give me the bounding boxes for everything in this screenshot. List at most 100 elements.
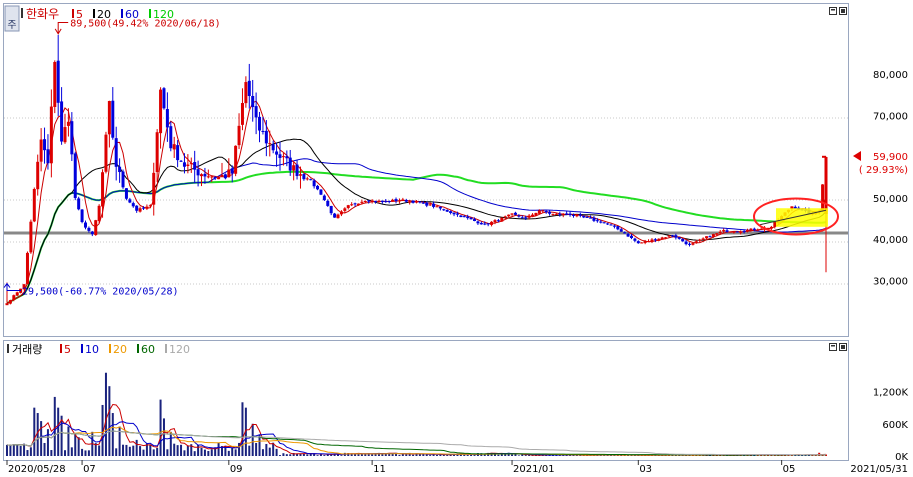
volume-bar [162, 418, 165, 456]
price-legend-swatch [72, 9, 74, 18]
candle-body [684, 241, 688, 245]
candle-body [517, 215, 521, 217]
candle-body [356, 203, 360, 206]
candle-body [469, 217, 473, 220]
candle-body [281, 156, 285, 158]
candle-body [459, 215, 463, 218]
candle-body [319, 189, 323, 195]
candle-body [49, 106, 53, 164]
volume-bar [446, 455, 449, 456]
volume-legend-label: 60 [141, 343, 155, 356]
candle-body [343, 208, 347, 211]
volume-bar [173, 443, 176, 456]
candle-body [367, 200, 371, 202]
candle-body [449, 211, 453, 213]
x-tick-label: 2021/01 [513, 464, 555, 475]
candle-body [329, 206, 333, 214]
volume-bar [497, 454, 500, 456]
candle-body [223, 174, 227, 179]
candle-body [643, 241, 647, 243]
volume-bar [111, 413, 114, 456]
volume-legend-label: 20 [113, 343, 127, 356]
candle-body [728, 231, 732, 233]
volume-bar [53, 396, 56, 456]
candle-body [742, 231, 746, 233]
candle-body [104, 134, 108, 172]
candle-body [551, 214, 555, 216]
volume-bar [115, 448, 118, 456]
candle-body [599, 221, 603, 223]
candle-body [213, 176, 217, 179]
low-annotation: 29,500(-60.77% 2020/05/28) [22, 287, 179, 298]
volume-minimize-button[interactable] [829, 343, 837, 351]
candle-body [411, 200, 415, 203]
candle-body [145, 206, 149, 209]
candle-body [397, 200, 401, 202]
candle-body [169, 126, 173, 149]
candle-body [162, 88, 166, 109]
candle-body [336, 214, 340, 219]
volume-bar [125, 444, 128, 456]
volume-bar [118, 426, 121, 456]
candle-body [821, 184, 825, 212]
candle-body [374, 200, 378, 202]
candle-body [264, 130, 268, 144]
volume-bar [473, 455, 476, 456]
candle-body [664, 237, 668, 239]
candle-body [268, 143, 272, 145]
candle-body [152, 172, 156, 205]
candle-body [715, 233, 719, 235]
volume-bar [186, 445, 189, 456]
volume-legend-swatch [109, 344, 111, 353]
candle-body [302, 174, 306, 180]
volume-bar [29, 447, 32, 456]
price-legend-swatch [93, 9, 95, 18]
candle-body [773, 222, 777, 227]
volume-bar [234, 449, 237, 456]
volume-bar [231, 447, 234, 456]
candle-body [32, 188, 36, 222]
candle-body [305, 178, 309, 180]
volume-bar [64, 450, 67, 456]
candle-body [602, 222, 606, 224]
volume-bar [149, 444, 152, 456]
volume-bar [152, 449, 155, 456]
volume-bar [268, 447, 271, 456]
candle-body [462, 216, 466, 218]
candle-body [640, 242, 644, 244]
candle-body [346, 205, 350, 208]
volume-bar [316, 455, 319, 456]
candle-body [558, 213, 562, 215]
volume-bar [139, 446, 142, 456]
candle-body [73, 153, 77, 198]
x-tick-label: 2020/05/28 [8, 464, 66, 475]
candle-body [90, 231, 94, 235]
candle-body [258, 116, 262, 131]
candle-body [172, 144, 176, 150]
stock-chart: 주 한화우 5 20 60 120 거래량 5 10 20 60 120 89,500(49.… [0, 0, 913, 477]
x-tick-label: 03 [639, 464, 652, 475]
candle-body [176, 145, 180, 161]
volume-bar [248, 445, 251, 456]
candle-body [565, 213, 569, 215]
candle-body [479, 222, 483, 225]
candle-body [418, 201, 422, 203]
candle-body [633, 238, 637, 241]
volume-bar [43, 442, 46, 456]
candle-body [261, 130, 265, 132]
candle-body [681, 238, 685, 242]
candle-body [705, 236, 709, 239]
candle-body [39, 139, 43, 162]
candle-body [674, 235, 678, 238]
volume-title[interactable]: 거래량 [12, 343, 42, 356]
symbol-name[interactable]: 한화우 [26, 7, 59, 21]
volume-bar [340, 455, 343, 456]
minimize-button[interactable] [829, 7, 837, 15]
candle-body [759, 228, 763, 230]
candle-body [387, 201, 391, 203]
x-tick-label: 05 [783, 464, 796, 475]
candle-body [360, 201, 364, 203]
candle-body [377, 201, 381, 203]
price-tick-label: 50,000 [873, 194, 908, 205]
candle-body [415, 201, 418, 203]
